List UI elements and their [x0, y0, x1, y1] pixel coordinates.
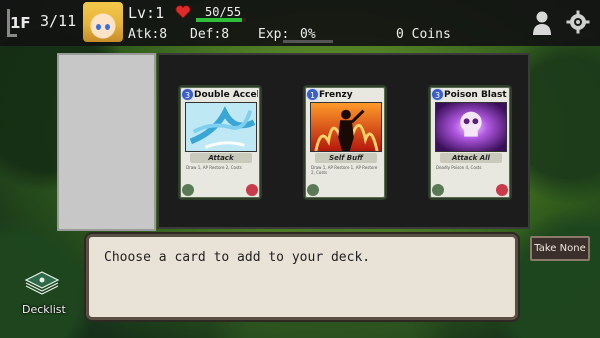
floor-progress: 3/11 — [40, 12, 77, 30]
card-emblem-icon — [307, 184, 319, 196]
take-none-button[interactable]: Take None — [530, 236, 590, 261]
decklist-label[interactable]: Decklist — [22, 303, 66, 316]
card-gem-icon — [496, 184, 508, 196]
floor-label: 1F — [10, 14, 31, 32]
card-description: Draw 1, AP Restore 2, Costs — [186, 165, 242, 170]
card-description: Deadly Poison 4, Costs — [436, 165, 482, 170]
dialogue-message: Choose a card to add to your deck. — [104, 250, 371, 265]
decklist-icon[interactable] — [22, 268, 62, 298]
card-name: Poison Blast — [444, 90, 507, 100]
card-poison-blast[interactable]: 3 Poison Blast Attack All Deadly Poison … — [428, 85, 512, 200]
hp-bar-fill — [196, 18, 242, 22]
card-cost: 3 — [431, 88, 444, 101]
card-frenzy[interactable]: 1 Frenzy Self Buff Draw 1, AP Restore 1,… — [303, 85, 387, 200]
card-choice-panel: 3 Double Accel Attack Draw 1, AP Restore… — [157, 53, 530, 229]
heart-icon — [175, 5, 191, 19]
card-cost: 3 — [181, 88, 194, 101]
red-flame-figure-art — [310, 102, 382, 152]
card-type: Attack — [190, 153, 252, 163]
card-description: Draw 1, AP Restore 1, AP Restore 2, Cost… — [311, 165, 378, 175]
card-double-accel[interactable]: 3 Double Accel Attack Draw 1, AP Restore… — [178, 85, 262, 200]
coins-count: 0 Coins — [396, 27, 451, 42]
card-emblem-icon — [182, 184, 194, 196]
gear-icon[interactable] — [566, 10, 590, 34]
profile-icon[interactable] — [532, 10, 552, 36]
blue-wind-art — [185, 102, 257, 152]
card-type: Self Buff — [315, 153, 377, 163]
card-emblem-icon — [432, 184, 444, 196]
card-name: Double Accel — [194, 90, 258, 100]
defense-stat: Def:8 — [190, 27, 230, 42]
exp-bar — [283, 40, 333, 43]
card-preview-panel — [57, 53, 156, 231]
card-name: Frenzy — [319, 90, 353, 100]
status-bar: 1F 3/11 Lv:1 50/55 Atk:8 Def:8 Exp: 0% 0… — [0, 0, 600, 46]
card-gem-icon — [246, 184, 258, 196]
avatar — [83, 2, 123, 42]
hp-bar — [196, 18, 246, 22]
hp-text: 50/55 — [205, 5, 242, 19]
dialogue-box: Choose a card to add to your deck. — [86, 234, 518, 320]
purple-skull-art — [435, 102, 507, 152]
level-text: Lv:1 — [128, 4, 165, 22]
card-cost: 1 — [306, 88, 319, 101]
attack-stat: Atk:8 — [128, 27, 168, 42]
floor-stairs-icon: 1F — [7, 9, 31, 37]
card-type: Attack All — [440, 153, 502, 163]
